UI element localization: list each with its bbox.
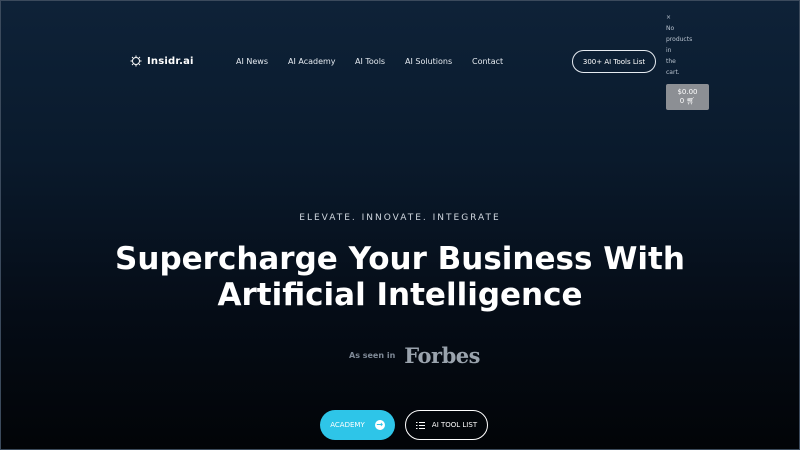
as-seen-in: As seen in Forbes xyxy=(349,343,480,368)
gear-sun-icon xyxy=(130,55,142,67)
hero-eyebrow: ELEVATE. INNOVATE. INTEGRATE xyxy=(299,213,501,223)
close-icon[interactable]: × xyxy=(666,12,716,23)
arrow-right-icon: → xyxy=(374,420,385,430)
nav-ai-academy[interactable]: AI Academy xyxy=(288,57,336,66)
headline-line-1: Supercharge Your Business With xyxy=(115,241,685,277)
forbes-logo: Forbes xyxy=(404,343,480,368)
cart-popup: × No products in the cart. xyxy=(666,12,716,78)
hero-headline: Supercharge Your Business With Artificia… xyxy=(0,241,800,313)
cart-message-line: No xyxy=(666,25,675,32)
site-logo[interactable]: Insidr.ai xyxy=(130,55,194,67)
seen-label: As seen in xyxy=(349,351,396,360)
nav-ai-news[interactable]: AI News xyxy=(236,57,268,66)
cart-message-line: in xyxy=(666,47,672,54)
cart-message-line: cart. xyxy=(666,69,680,76)
cart-count-row: 0 🛒︎ xyxy=(680,97,696,106)
ai-tool-list-label: AI TOOL LIST xyxy=(431,421,478,429)
cart-message-line: products xyxy=(666,36,693,43)
cart-total: $0.00 xyxy=(677,88,698,96)
nav-ai-solutions[interactable]: AI Solutions xyxy=(405,57,452,66)
tools-list-button[interactable]: 300+ AI Tools List xyxy=(572,50,656,73)
nav-contact[interactable]: Contact xyxy=(472,57,503,66)
cart-count: 0 xyxy=(679,97,685,105)
nav-ai-tools[interactable]: AI Tools xyxy=(355,57,385,66)
academy-button-label: ACADEMY xyxy=(330,421,365,429)
list-icon xyxy=(415,421,425,429)
logo-text: Insidr.ai xyxy=(147,55,194,67)
headline-line-2: Artificial Intelligence xyxy=(217,277,583,313)
ai-tool-list-button[interactable]: AI TOOL LIST xyxy=(405,410,488,440)
cart-button[interactable]: $0.00 0 🛒︎ xyxy=(666,84,709,110)
cart-message-line: the xyxy=(666,58,676,65)
academy-button[interactable]: ACADEMY → xyxy=(320,410,395,440)
cart-icon: 🛒︎ xyxy=(686,97,696,105)
